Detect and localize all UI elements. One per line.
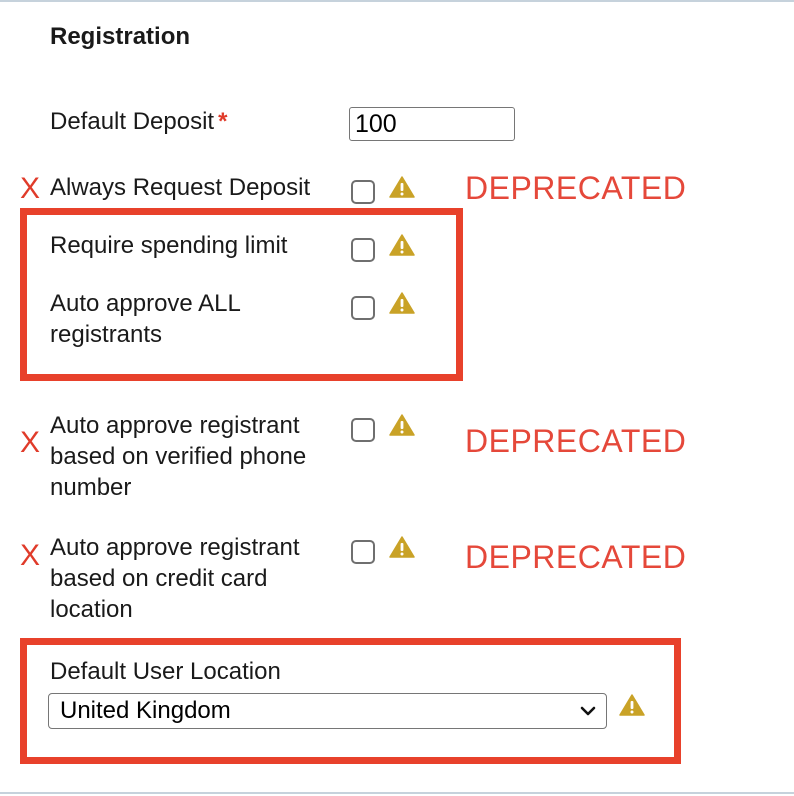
deprecated-label: DEPRECATED: [465, 170, 687, 206]
auto-approve-phone-line2: based on verified phone: [50, 443, 307, 470]
chevron-down-icon: [580, 706, 596, 716]
required-asterisk: *: [218, 108, 228, 135]
auto-approve-card-checkbox[interactable]: [351, 540, 375, 564]
auto-approve-all-label: Auto approve ALL registrants: [50, 288, 241, 350]
deprecated-label: DEPRECATED: [465, 423, 687, 459]
section-title: Registration: [50, 23, 191, 50]
auto-approve-phone-checkbox[interactable]: [351, 418, 375, 442]
auto-approve-phone-line3: number: [50, 474, 132, 501]
require-spending-limit-checkbox[interactable]: [351, 238, 375, 262]
default-deposit-input[interactable]: 100: [349, 107, 515, 141]
auto-approve-all-line1: Auto approve ALL: [50, 290, 241, 317]
warning-triangle-icon: [619, 694, 645, 716]
default-user-location-select[interactable]: United Kingdom: [48, 693, 607, 729]
warning-triangle-icon: [389, 176, 415, 198]
default-user-location-value: United Kingdom: [60, 697, 231, 724]
deprecated-x-mark: X: [20, 172, 41, 205]
auto-approve-all-line2: registrants: [50, 321, 163, 348]
always-request-deposit-checkbox[interactable]: [351, 180, 375, 204]
auto-approve-card-line1: Auto approve registrant: [50, 534, 300, 561]
always-request-deposit-label: Always Request Deposit: [50, 174, 311, 201]
warning-triangle-icon: [389, 536, 415, 558]
deprecated-x-mark: X: [20, 539, 41, 572]
top-divider: [0, 0, 794, 2]
auto-approve-card-label: Auto approve registrant based on credit …: [50, 532, 299, 625]
deprecated-x-mark: X: [20, 426, 41, 459]
auto-approve-phone-line1: Auto approve registrant: [50, 412, 300, 439]
auto-approve-card-line2: based on credit card: [50, 565, 268, 592]
deprecated-label: DEPRECATED: [465, 539, 687, 575]
warning-triangle-icon: [389, 292, 415, 314]
bottom-divider: [0, 792, 794, 794]
auto-approve-phone-label: Auto approve registrant based on verifie…: [50, 410, 306, 503]
default-user-location-label: Default User Location: [50, 658, 281, 685]
default-deposit-label-text: Default Deposit: [50, 108, 215, 135]
default-deposit-label: Default Deposit *: [50, 106, 227, 137]
warning-triangle-icon: [389, 414, 415, 436]
auto-approve-card-line3: location: [50, 596, 133, 623]
require-spending-limit-label: Require spending limit: [50, 232, 288, 259]
warning-triangle-icon: [389, 234, 415, 256]
auto-approve-all-checkbox[interactable]: [351, 296, 375, 320]
